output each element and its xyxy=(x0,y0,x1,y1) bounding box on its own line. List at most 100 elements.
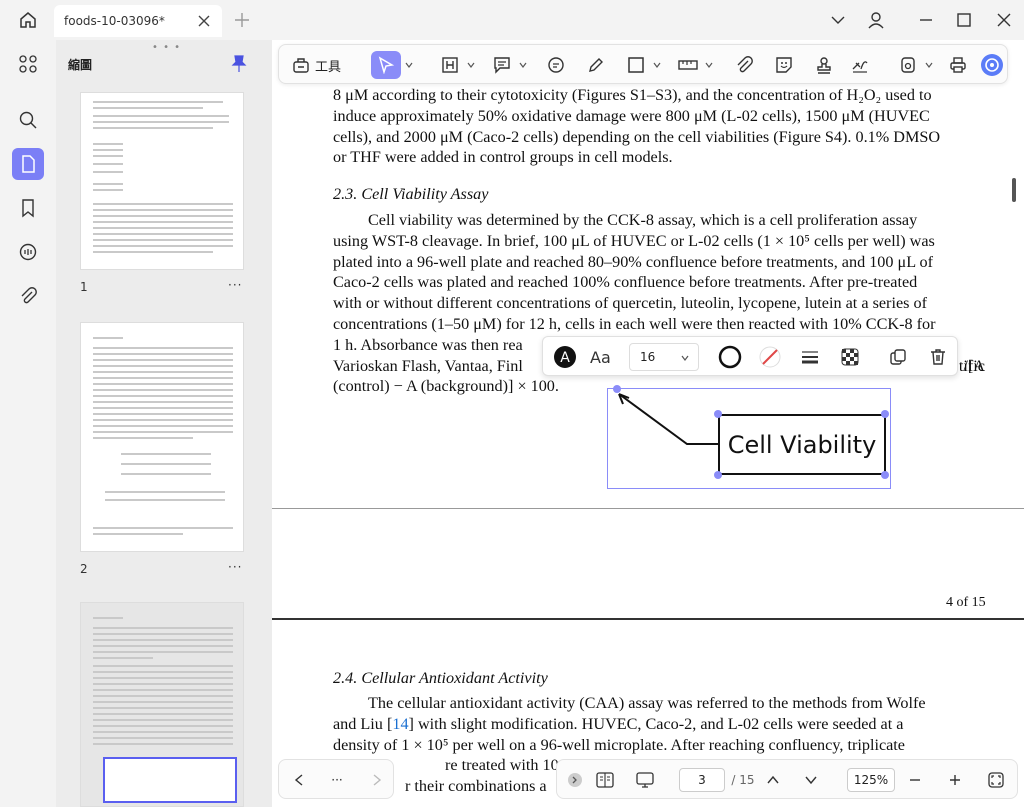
assistant-button[interactable] xyxy=(979,51,1005,79)
home-icon[interactable] xyxy=(12,6,44,34)
page-nav-left: ··· xyxy=(278,759,394,799)
thumbnail-more-icon[interactable]: ··· xyxy=(228,278,242,292)
comment-tool[interactable] xyxy=(489,51,515,79)
border-color-button[interactable] xyxy=(715,343,745,371)
text-line: concentrations (1–50 μM) for 12 h, cells… xyxy=(333,314,936,333)
fill-color-button[interactable] xyxy=(755,343,785,371)
tab-title: foods-10-03096* xyxy=(64,14,165,28)
chevron-down-icon[interactable] xyxy=(651,51,663,79)
previous-icon[interactable] xyxy=(289,768,309,792)
line-weight-button[interactable] xyxy=(795,343,825,371)
close-tab-icon[interactable] xyxy=(196,13,212,29)
shape-tool[interactable] xyxy=(623,51,649,79)
total-pages: / 15 xyxy=(731,773,755,787)
zoom-level[interactable]: 125% xyxy=(847,768,895,792)
page-thumbnail-2[interactable] xyxy=(80,322,244,552)
chevron-down-icon[interactable] xyxy=(403,51,415,79)
circle-outline-icon xyxy=(718,345,742,369)
new-tab-icon[interactable] xyxy=(232,10,252,30)
user-icon[interactable] xyxy=(866,10,886,30)
text-line: (control) − A (background)] × 100. xyxy=(333,377,559,396)
print-button[interactable] xyxy=(945,51,971,79)
next-icon[interactable] xyxy=(367,768,387,792)
bookmark-icon[interactable] xyxy=(12,192,44,224)
sticker-tool[interactable] xyxy=(771,51,797,79)
toolbox-icon xyxy=(293,58,309,73)
view-controls: 3 / 15 125% xyxy=(556,759,1018,799)
resize-handle[interactable] xyxy=(881,410,889,418)
presentation-icon[interactable] xyxy=(633,768,657,792)
text-line: /[A xyxy=(963,357,985,376)
font-color-icon: A xyxy=(554,346,576,368)
fit-page-icon[interactable] xyxy=(985,768,1007,792)
document-tab[interactable]: foods-10-03096* xyxy=(54,5,222,37)
next-page-icon[interactable] xyxy=(801,768,821,792)
select-tool-button[interactable] xyxy=(371,51,401,79)
duplicate-button[interactable] xyxy=(883,343,913,371)
signature-tool[interactable] xyxy=(847,51,873,79)
collapse-icon[interactable] xyxy=(565,768,585,792)
more-options-icon[interactable]: ··· xyxy=(327,768,347,792)
text-line: Caco-2 cells was plated and reached 100%… xyxy=(333,273,918,292)
chevron-down-icon[interactable] xyxy=(517,51,529,79)
pin-icon[interactable] xyxy=(230,54,248,74)
close-window-icon[interactable] xyxy=(994,10,1014,30)
title-bar: foods-10-03096* xyxy=(0,0,1024,40)
text-box-tool[interactable] xyxy=(437,51,463,79)
resize-handle[interactable] xyxy=(881,471,889,479)
trash-icon xyxy=(931,349,945,365)
chevron-down-icon[interactable] xyxy=(703,51,715,79)
thumbnails-icon[interactable] xyxy=(12,148,44,180)
delete-button[interactable] xyxy=(923,343,953,371)
search-icon[interactable] xyxy=(12,104,44,136)
scrollbar-thumb[interactable] xyxy=(1012,178,1016,202)
comments-icon[interactable] xyxy=(12,236,44,268)
font-icon: Aa xyxy=(590,348,611,367)
resize-handle[interactable] xyxy=(714,471,722,479)
current-page-input[interactable]: 3 xyxy=(679,768,725,792)
rectangle-icon xyxy=(628,57,644,73)
resize-handle[interactable] xyxy=(613,385,621,393)
font-size-select[interactable]: 16 xyxy=(629,343,699,371)
measure-tool[interactable] xyxy=(675,51,701,79)
panel-grip-icon[interactable]: • • • xyxy=(152,42,181,53)
text-line: 8 μM according to their cytotoxicity (Fi… xyxy=(333,86,932,104)
sticky-note-tool[interactable] xyxy=(543,51,569,79)
chevron-down-icon[interactable] xyxy=(465,51,477,79)
page-thumbnail-3[interactable] xyxy=(80,602,244,807)
chevron-down-icon xyxy=(681,355,689,361)
page-divider xyxy=(272,618,1024,620)
callout-textbox[interactable]: Cell Viability xyxy=(718,414,886,475)
zoom-out-icon[interactable] xyxy=(905,768,925,792)
reading-mode-icon[interactable] xyxy=(593,768,617,792)
citation-link[interactable]: 14 xyxy=(392,715,408,733)
font-color-button[interactable]: A xyxy=(551,343,579,371)
svg-text:A: A xyxy=(560,350,570,366)
attachment-icon[interactable] xyxy=(12,280,44,312)
attach-tool[interactable] xyxy=(731,51,757,79)
chevron-down-icon[interactable] xyxy=(828,10,848,30)
annotation-toolbar: 工具 xyxy=(278,44,1008,84)
tools-button[interactable]: 工具 xyxy=(287,51,345,79)
callout-arrow xyxy=(618,393,719,445)
apps-grid-icon[interactable] xyxy=(12,48,44,80)
text-line: The cellular antioxidant activity (CAA) … xyxy=(368,694,926,712)
font-style-button[interactable]: Aa xyxy=(587,343,617,371)
text-line: using WST-8 cleavage. In brief, 100 μL o… xyxy=(333,231,935,250)
thumbnail-more-icon[interactable]: ··· xyxy=(228,560,242,574)
page-thumbnail-1[interactable] xyxy=(80,92,244,270)
resize-handle[interactable] xyxy=(714,410,722,418)
section-heading-2-3: 2.3. Cell Viability Assay xyxy=(333,185,489,203)
chevron-down-icon[interactable] xyxy=(923,51,935,79)
ai-tool[interactable] xyxy=(895,51,921,79)
zoom-in-icon[interactable] xyxy=(945,768,965,792)
previous-page-icon[interactable] xyxy=(763,768,783,792)
thumbnail-page-number: 1 xyxy=(80,280,88,294)
page-divider xyxy=(272,508,1024,509)
maximize-icon[interactable] xyxy=(954,10,974,30)
minimize-icon[interactable] xyxy=(916,10,936,30)
stamp-tool[interactable] xyxy=(811,51,837,79)
thumbnail-page-number: 2 xyxy=(80,562,88,576)
opacity-button[interactable] xyxy=(835,343,865,371)
highlighter-tool[interactable] xyxy=(583,51,609,79)
